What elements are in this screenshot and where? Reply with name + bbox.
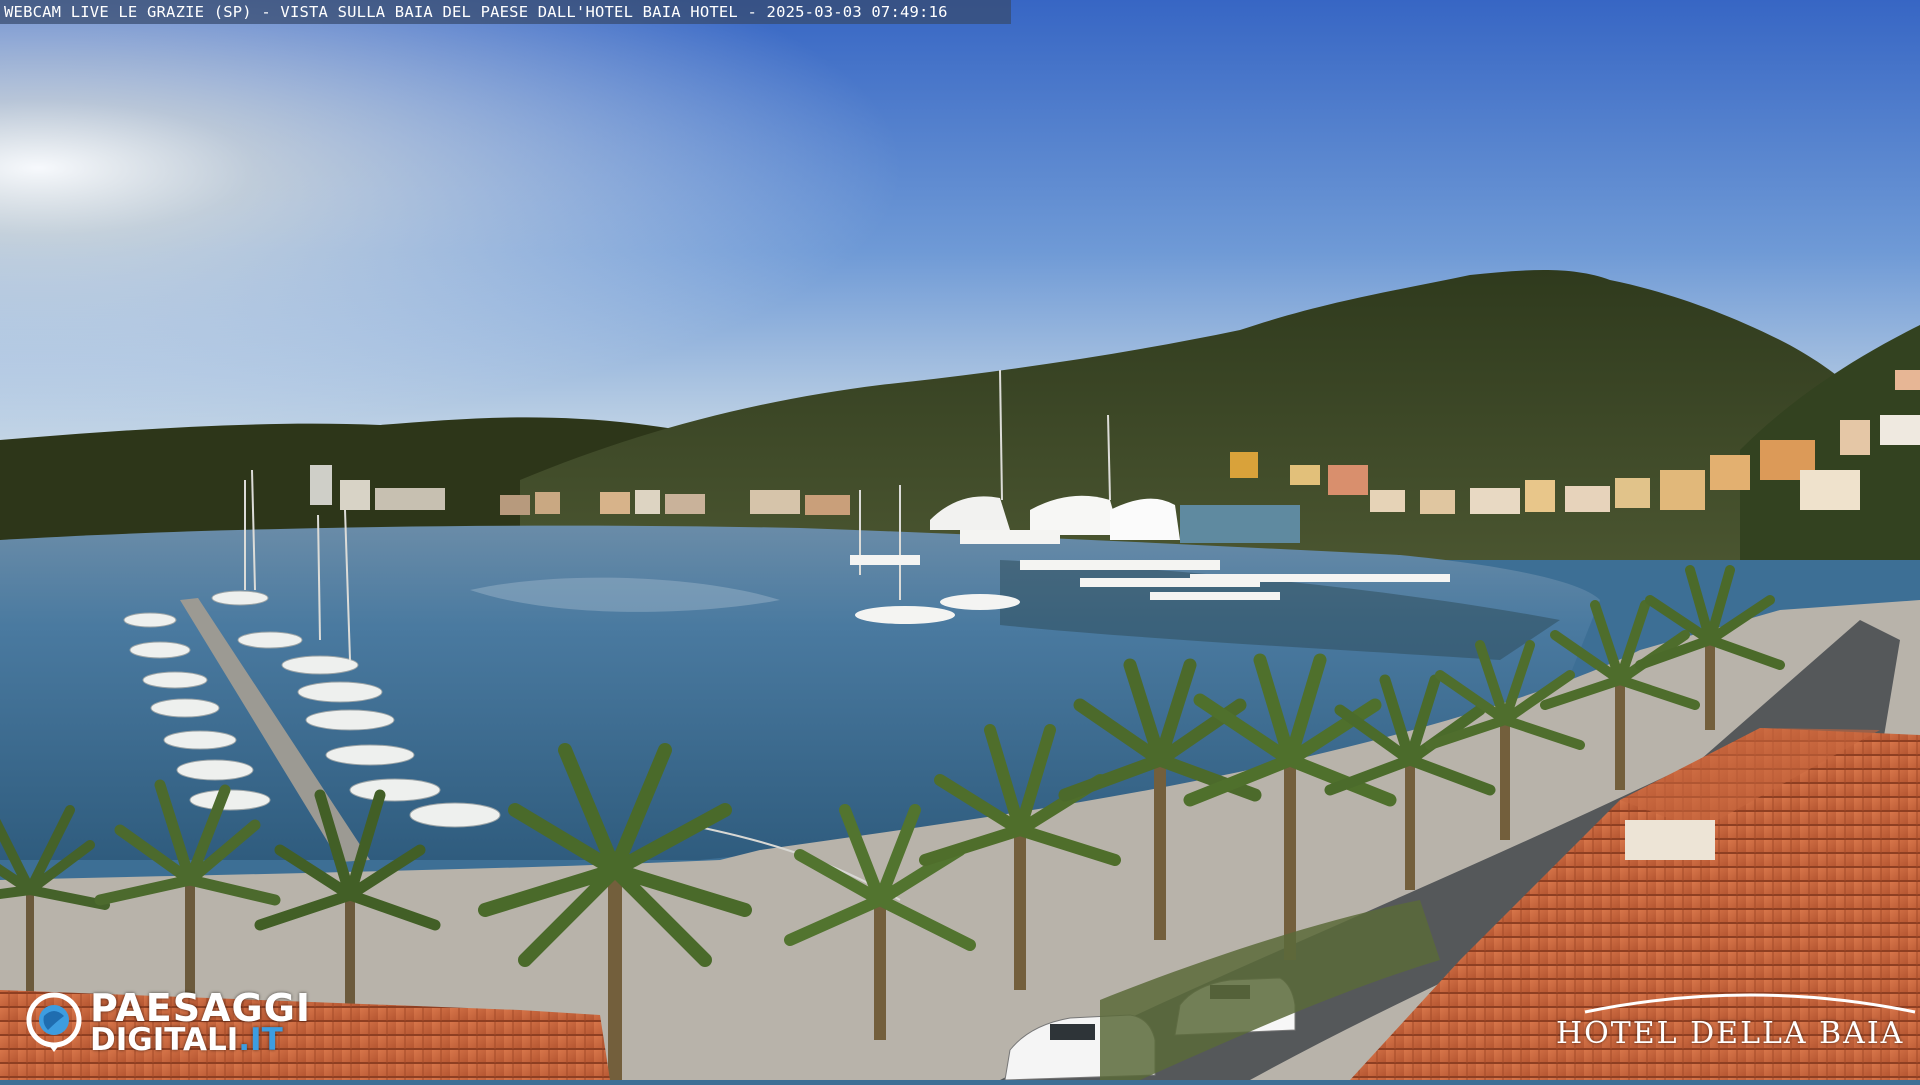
arc-swoosh-icon	[1584, 993, 1916, 1014]
hotel-della-baia-logo: HOTEL DELLA BAIA	[1550, 982, 1916, 1052]
logo-line-2-main: DIGITALI	[90, 1022, 239, 1058]
logo-line-2: DIGITALI.IT	[90, 1022, 283, 1058]
paesaggi-digitali-logo: PAESAGGI DIGITALI.IT	[26, 986, 326, 1058]
hotel-wall	[1625, 820, 1715, 860]
webcam-scene: WEBCAM LIVE LE GRAZIE (SP) - VISTA SULLA…	[0, 0, 1920, 1081]
hotel-name: HOTEL DELLA BAIA	[1556, 1016, 1905, 1051]
globe-camera-icon	[26, 992, 82, 1052]
logo-line-2-tld: .IT	[238, 1022, 283, 1058]
webcam-caption-bar: WEBCAM LIVE LE GRAZIE (SP) - VISTA SULLA…	[0, 0, 1011, 24]
landscape-photo	[0, 0, 1920, 1081]
webcam-caption: WEBCAM LIVE LE GRAZIE (SP) - VISTA SULLA…	[4, 3, 948, 21]
